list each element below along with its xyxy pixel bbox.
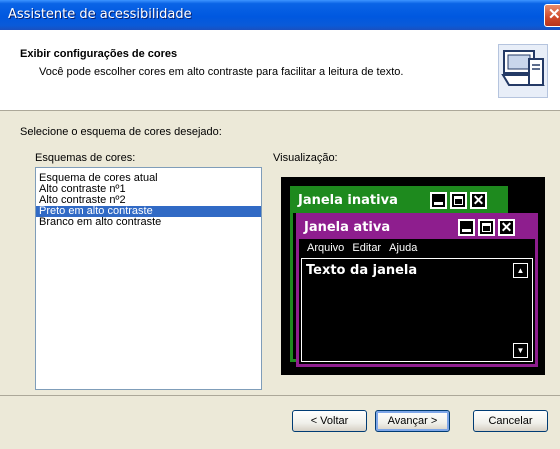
scroll-down-icon: ▼ — [513, 343, 528, 358]
title-bar[interactable]: Assistente de acessibilidade ✕ — [0, 0, 560, 30]
close-icon: ✕ — [498, 219, 515, 236]
minimize-icon — [458, 219, 475, 236]
footer-divider — [0, 395, 560, 396]
minimize-icon — [430, 192, 447, 209]
preview-menu-bar: Arquivo Editar Ajuda — [299, 239, 535, 257]
schemes-label: Esquemas de cores: — [35, 152, 136, 164]
header-title: Exibir configurações de cores — [20, 48, 178, 60]
active-window-title: Janela ativa — [304, 220, 391, 235]
scroll-up-icon: ▲ — [513, 263, 528, 278]
menu-editar: Editar — [352, 242, 382, 254]
scheme-prompt: Selecione o esquema de cores desejado: — [20, 126, 222, 138]
preview-label: Visualização: — [273, 152, 338, 164]
maximize-icon — [450, 192, 467, 209]
next-button[interactable]: Avançar > — [375, 410, 450, 432]
window-title: Assistente de acessibilidade — [8, 7, 192, 22]
preview-active-window: Janela ativa ✕ Arquivo Editar Ajuda Text… — [296, 213, 538, 367]
close-icon: ✕ — [548, 6, 560, 23]
inactive-window-title: Janela inativa — [298, 193, 398, 208]
active-title-bar: Janela ativa ✕ — [299, 216, 535, 239]
client-text: Texto da janela — [306, 263, 418, 278]
header-description: Você pode escolher cores em alto contras… — [39, 66, 404, 78]
preview-client-area: Texto da janela ▲ ▼ — [301, 258, 533, 362]
menu-ajuda: Ajuda — [389, 242, 418, 254]
color-scheme-listbox[interactable]: Esquema de cores atual Alto contraste nº… — [35, 167, 262, 390]
wizard-computer-icon — [498, 44, 548, 98]
maximize-icon — [478, 219, 495, 236]
preview-area: Janela inativa ✕ Janela ativa ✕ Arquivo … — [281, 177, 545, 375]
wizard-header: Exibir configurações de cores Você pode … — [0, 30, 560, 111]
scheme-item-high-contrast-white[interactable]: Branco em alto contraste — [36, 217, 261, 228]
close-icon: ✕ — [470, 192, 487, 209]
inactive-title-bar: Janela inativa ✕ — [293, 189, 505, 213]
menu-arquivo: Arquivo — [307, 242, 345, 254]
close-button[interactable]: ✕ — [544, 4, 560, 27]
back-button[interactable]: < Voltar — [292, 410, 367, 432]
cancel-button[interactable]: Cancelar — [473, 410, 548, 432]
